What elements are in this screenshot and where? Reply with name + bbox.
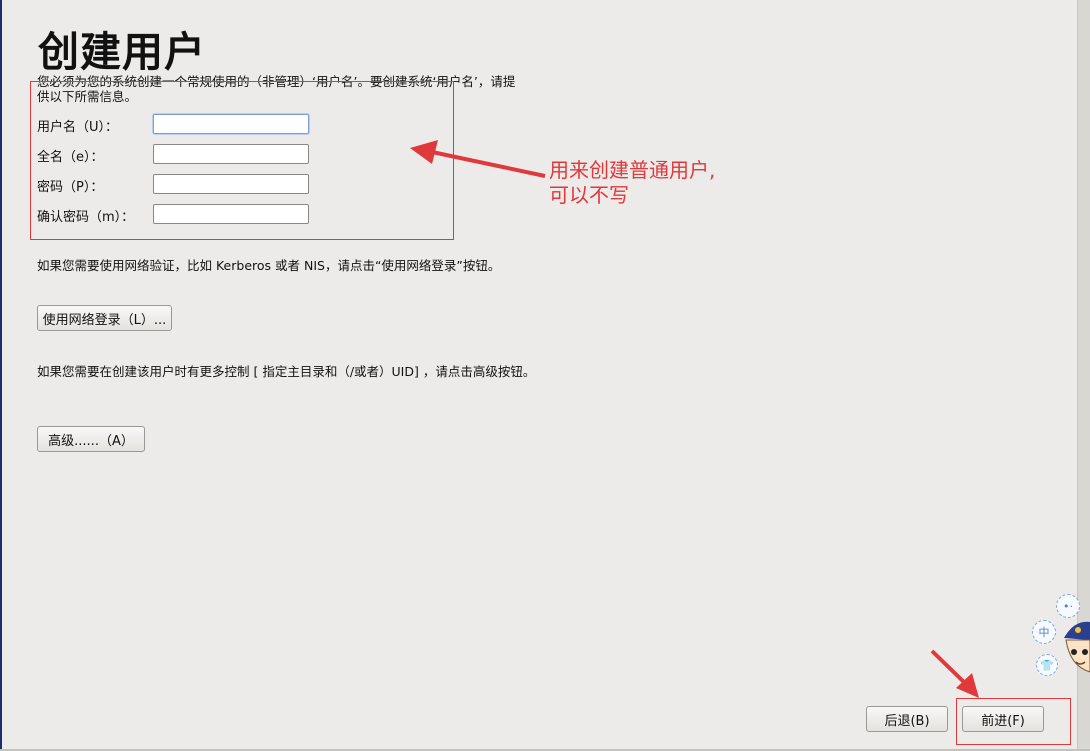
- annotation-note: 用来创建普通用户, 可以不写: [549, 158, 715, 208]
- annotation-line-1: 用来创建普通用户,: [549, 158, 716, 182]
- ime-skin-icon[interactable]: 👕: [1036, 654, 1058, 676]
- ime-chinese-mode-icon[interactable]: 中: [1032, 620, 1056, 644]
- ime-dots-icon[interactable]: •·: [1056, 594, 1080, 618]
- arrow-to-form: [410, 140, 546, 178]
- arrow-to-next-button: [930, 649, 979, 698]
- ime-mascot-widget[interactable]: •· 中 👕: [1032, 594, 1090, 694]
- annotation-arrows: [410, 140, 979, 698]
- mascot-icon: [1064, 621, 1090, 673]
- annotation-line-2: 可以不写: [549, 183, 629, 207]
